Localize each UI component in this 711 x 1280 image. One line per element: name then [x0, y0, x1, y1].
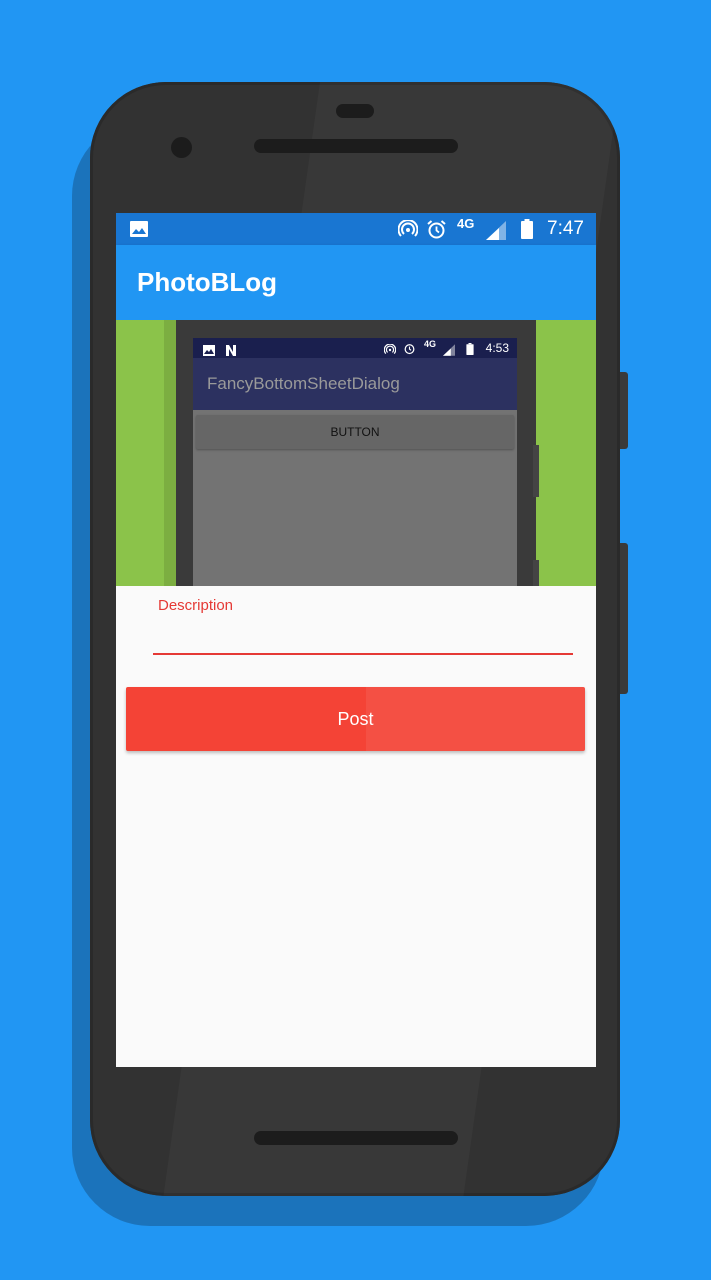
photo-phone-screen: 4G 4:53 FancyBottomSheetDialog BUTTON [193, 338, 517, 586]
hotspot-icon [397, 219, 419, 245]
front-camera [171, 137, 192, 158]
proximity-sensor [336, 104, 374, 118]
app-bar: PhotoBLog [116, 245, 596, 320]
photo-app-bar: FancyBottomSheetDialog [193, 358, 517, 410]
phone-screen: 4G 7:47 PhotoBLog 4G 4:53 FancyBottomShe… [116, 213, 596, 1067]
photo-phone-frame: 4G 4:53 FancyBottomSheetDialog BUTTON [176, 320, 539, 586]
status-bar: 4G 7:47 [116, 213, 596, 245]
photo-phone-side-button [533, 445, 539, 497]
signal-icon [486, 221, 506, 245]
network-type: 4G [457, 216, 475, 231]
bottom-speaker [254, 1131, 458, 1145]
description-input[interactable] [153, 617, 573, 655]
post-button[interactable]: Post [126, 687, 585, 751]
photo-network-type: 4G [424, 339, 437, 349]
photo-clock: 4:53 [485, 341, 509, 355]
earpiece-speaker [254, 139, 458, 153]
battery-icon [521, 219, 533, 244]
photo-button: BUTTON [196, 415, 514, 449]
description-label: Description [158, 597, 234, 614]
image-icon [130, 221, 148, 242]
power-button [620, 372, 628, 449]
photo-background-strip [164, 320, 176, 586]
clock: 7:47 [547, 218, 584, 239]
app-title: PhotoBLog [137, 267, 278, 297]
post-button-glare [366, 687, 585, 751]
alarm-icon [426, 219, 447, 245]
volume-button [620, 543, 628, 694]
photo-status-bar: 4G 4:53 [193, 338, 517, 358]
post-button-label: Post [337, 708, 374, 729]
photo-phone-side-button-2 [533, 560, 539, 586]
photo-app-title: FancyBottomSheetDialog [207, 374, 400, 393]
selected-photo[interactable]: 4G 4:53 FancyBottomSheetDialog BUTTON [116, 320, 596, 586]
